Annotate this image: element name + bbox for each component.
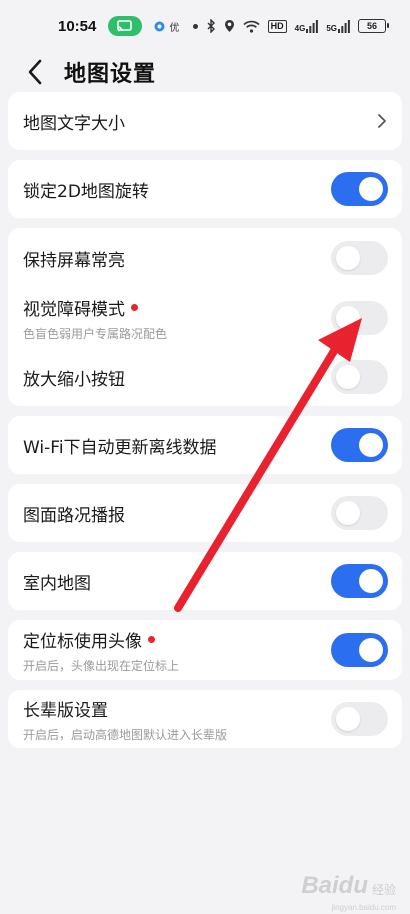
card-display-options: 保持屏幕常亮 视觉障碍模式 色盲色弱用户专属路况配色 放大缩小按钮 [8, 228, 402, 406]
setting-avatar-locator-text: 定位标使用头像 开启后，头像出现在定位标上 [23, 627, 179, 674]
setting-visual-mode-label: 视觉障碍模式 [23, 299, 125, 320]
card-lock-rotation: 锁定2D地图旋转 [8, 160, 402, 218]
watermark-sub: 经验 [371, 883, 396, 897]
watermark-url: jingyan.baidu.com [331, 903, 396, 912]
baidu-watermark: Baidu 经验 jingyan.baidu.com [301, 872, 396, 912]
page-title: 地图设置 [64, 62, 157, 87]
setting-visual-mode-text: 视觉障碍模式 色盲色弱用户专属路况配色 [23, 295, 167, 342]
setting-avatar-locator-description: 开启后，头像出现在定位标上 [23, 658, 180, 673]
signal-2-label: 5G [326, 23, 337, 33]
toggle-knob [336, 365, 360, 389]
status-time: 10:54 [58, 17, 97, 35]
signal-1: 4G [294, 19, 319, 33]
card-elder-mode: 长辈版设置 开启后，启动高德地图默认进入长辈版 [8, 690, 402, 748]
card-wifi-update: Wi-Fi下自动更新离线数据 [8, 416, 402, 474]
card-traffic-broadcast: 图面路况播报 [8, 484, 402, 542]
setting-lock-rotation: 锁定2D地图旋转 [8, 160, 402, 218]
setting-elder-mode-label: 长辈版设置 [23, 700, 108, 721]
status-right-icons: HD 4G 5G 56 [207, 19, 389, 33]
bluetooth-icon [207, 19, 215, 33]
toggle-knob [336, 501, 360, 525]
new-badge-dot [148, 635, 155, 643]
setting-text-size[interactable]: 地图文字大小 [8, 92, 402, 150]
page-header: 地图设置 [0, 52, 410, 92]
toggle-knob [359, 433, 383, 457]
zoom-buttons-toggle[interactable] [331, 360, 388, 394]
toggle-knob [336, 306, 360, 330]
visual-mode-toggle[interactable] [331, 301, 388, 335]
setting-visual-mode-title: 视觉障碍模式 [23, 295, 167, 320]
setting-wifi-update-label: Wi-Fi下自动更新离线数据 [23, 437, 217, 458]
setting-avatar-locator-title: 定位标使用头像 [23, 627, 179, 652]
status-small-label: 优 [169, 22, 180, 34]
setting-indoor-map: 室内地图 [8, 552, 402, 610]
setting-text-size-label: 地图文字大小 [23, 113, 125, 134]
setting-lock-rotation-label: 锁定2D地图旋转 [23, 181, 149, 202]
avatar-locator-toggle[interactable] [331, 633, 388, 667]
battery-icon: 56 [358, 19, 389, 33]
toggle-knob [336, 707, 360, 731]
indoor-map-toggle[interactable] [331, 564, 388, 598]
card-text-size: 地图文字大小 [8, 92, 402, 150]
setting-traffic-broadcast: 图面路况播报 [8, 484, 402, 542]
elder-mode-toggle[interactable] [331, 702, 388, 736]
location-icon [224, 20, 234, 32]
notification-dot-icon [193, 23, 199, 29]
setting-elder-mode-description: 开启后，启动高德地图默认进入长辈版 [23, 727, 228, 742]
toggle-knob [336, 246, 360, 270]
setting-elder-mode: 长辈版设置 开启后，启动高德地图默认进入长辈版 [8, 690, 402, 748]
status-app-indicators: 优 [154, 19, 179, 34]
chevron-left-icon [28, 59, 42, 85]
setting-elder-mode-text: 长辈版设置 开启后，启动高德地图默认进入长辈版 [23, 696, 227, 743]
card-indoor-map: 室内地图 [8, 552, 402, 610]
setting-visual-mode-description: 色盲色弱用户专属路况配色 [23, 326, 168, 341]
signal-2: 5G [326, 19, 350, 33]
signal-1-label: 4G [294, 23, 306, 33]
signal-strength-icon [306, 19, 319, 33]
wifi-icon [243, 20, 260, 33]
watermark-logo: Baidu [301, 872, 368, 899]
back-button[interactable] [22, 58, 48, 86]
screen-cast-icon [108, 16, 143, 36]
setting-wifi-update: Wi-Fi下自动更新离线数据 [8, 416, 402, 474]
signal-strength-icon [338, 19, 350, 33]
setting-keep-screen-on-label: 保持屏幕常亮 [23, 250, 125, 271]
hd-badge: HD [267, 19, 287, 33]
setting-avatar-locator-label: 定位标使用头像 [23, 631, 142, 652]
setting-zoom-buttons: 放大缩小按钮 [8, 348, 402, 406]
keep-screen-on-toggle[interactable] [331, 241, 388, 275]
wifi-update-toggle[interactable] [331, 428, 388, 462]
toggle-knob [359, 638, 383, 662]
card-avatar-locator: 定位标使用头像 开启后，头像出现在定位标上 [8, 620, 402, 680]
setting-avatar-locator: 定位标使用头像 开启后，头像出现在定位标上 [8, 620, 402, 680]
setting-visual-mode: 视觉障碍模式 色盲色弱用户专属路况配色 [8, 288, 402, 348]
traffic-broadcast-toggle[interactable] [331, 496, 388, 530]
chevron-right-icon [378, 114, 386, 128]
status-bar: 10:54 优 HD 4G 5G 56 [0, 0, 410, 52]
setting-keep-screen-on: 保持屏幕常亮 [8, 228, 402, 288]
toggle-knob [359, 569, 383, 593]
setting-indoor-map-label: 室内地图 [23, 573, 91, 594]
toggle-knob [359, 177, 383, 201]
setting-zoom-buttons-label: 放大缩小按钮 [23, 369, 125, 390]
new-badge-dot [131, 303, 138, 311]
app-status-icon [154, 21, 165, 31]
lock-rotation-toggle[interactable] [331, 172, 388, 206]
setting-traffic-broadcast-label: 图面路况播报 [23, 505, 125, 526]
